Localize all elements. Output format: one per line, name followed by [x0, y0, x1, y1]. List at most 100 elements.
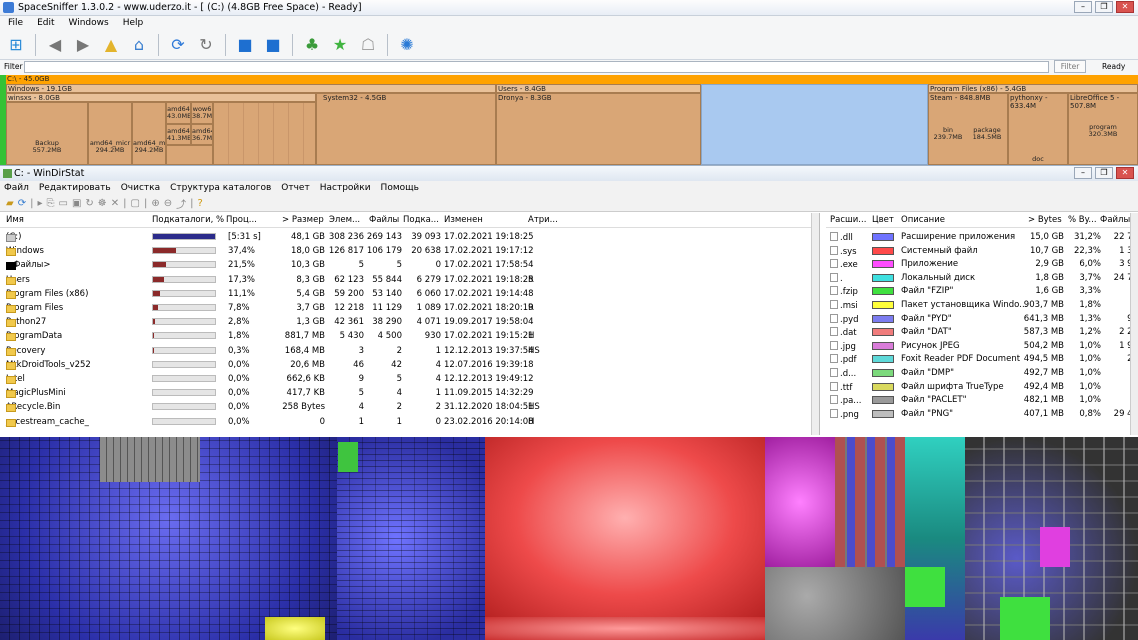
extension-row[interactable]: .dll Расширение приложения 15,0 GB 31,2% 22 … [826, 230, 1138, 244]
col-items[interactable]: Элем... [329, 215, 360, 225]
table-row[interactable]: +$Recycle.Bin0,0%258 Bytes42231.12.2020 … [0, 400, 819, 414]
help-icon[interactable]: ? [198, 198, 203, 209]
forward-icon[interactable]: ▶ [71, 33, 95, 57]
close-button[interactable]: ✕ [1116, 167, 1134, 179]
extension-row[interactable]: .msi Пакет установщика Windo... 903,7 MB 1,… [826, 298, 1138, 312]
amd64-cell-1[interactable]: amd64_micr 294.2MB [88, 102, 132, 165]
minimize-button[interactable]: – [1074, 167, 1092, 179]
extension-row[interactable]: .sys Системный файл 10,7 GB 22,3% 1 35 [826, 244, 1138, 258]
col-modified[interactable]: Изменен [444, 215, 483, 225]
filter-input[interactable] [24, 61, 1049, 73]
tags-icon[interactable]: ♣ [300, 33, 324, 57]
col-extension[interactable]: Расши... [830, 215, 866, 225]
zoom-in-icon[interactable]: ⊕ [151, 198, 159, 209]
dronya-folder[interactable]: Dronya - 8.3GB [496, 93, 701, 165]
maximize-button[interactable]: ❐ [1095, 167, 1113, 179]
treemap-mixed-block[interactable] [835, 437, 905, 567]
home-icon[interactable]: ⌂ [127, 33, 151, 57]
col-attributes[interactable]: Атри... [528, 215, 558, 225]
directory-scrollbar[interactable] [811, 213, 819, 435]
treemap-sys-block-2[interactable] [485, 617, 765, 640]
menu-edit[interactable]: Редактировать [39, 183, 111, 193]
amd64-cell-4[interactable]: amd64 41.3MB [166, 124, 191, 145]
treemap-msi-block[interactable] [265, 617, 325, 640]
windows-folder[interactable]: Windows - 19.1GB [6, 84, 496, 93]
table-row[interactable]: +<Файлы> 21,5% 10,3 GB 5 5 017.02.2021 17:58:… [0, 258, 819, 272]
extension-scrollbar[interactable] [1130, 213, 1138, 435]
extension-row[interactable]: .pydФайл "PYD"641,3 MB1,3%96 [826, 312, 1138, 326]
steam-folder[interactable]: Steam - 848.8MB bin 239.7MB package 184.… [928, 93, 1008, 165]
treemap-sys-block[interactable] [485, 437, 765, 617]
table-row[interactable]: +MtkDroidTools_v252 0,0% 20,6 MB 46 42 412.07… [0, 358, 819, 372]
new-folder-icon[interactable]: ▢ [131, 198, 140, 209]
col-bytes[interactable]: > Bytes [1028, 215, 1062, 225]
col-color[interactable]: Цвет [872, 215, 894, 225]
windirstat-treemap[interactable] [0, 437, 1138, 640]
extension-row[interactable]: .pdf Foxit Reader PDF Document 494,5 MB 1,0… [826, 352, 1138, 366]
program-files-folder[interactable]: Program Files (x86) - 5.4GB [928, 84, 1138, 93]
select-parent-icon[interactable]: ⤴ [176, 196, 186, 211]
directory-list[interactable]: Имя Подкаталоги, % Проц... > Размер Элем… [0, 213, 820, 435]
treemap-magenta-block[interactable] [1040, 527, 1070, 567]
table-row[interactable]: +Users 17,3% 8,3 GB 62 123 55 844 6 27917.02.… [0, 273, 819, 287]
explorer-icon[interactable]: ▭ [59, 198, 68, 209]
backup-cell[interactable]: Backup 557.2MB [6, 102, 88, 165]
copy-path-icon[interactable]: ⎘ [47, 198, 55, 209]
users-folder[interactable]: Users - 8.4GB [496, 84, 701, 93]
system32-folder[interactable]: System32 - 4.5GB [316, 93, 496, 165]
amd64-cell-2[interactable]: amd64_micr 294.2MB [132, 102, 166, 165]
treemap-gray-block[interactable] [100, 437, 200, 482]
table-row[interactable]: +Python27 2,8% 1,3 GB 42 361 38 290 4 07119.0… [0, 315, 819, 329]
wow6-cell[interactable]: wow6 38.7M [191, 102, 213, 124]
col-name[interactable]: Имя [6, 215, 24, 225]
minimize-button[interactable]: – [1074, 1, 1092, 13]
refresh-all-icon[interactable]: ↻ [194, 33, 218, 57]
menu-file[interactable]: Файл [4, 183, 29, 193]
folder-up-icon[interactable]: ▲ [99, 33, 123, 57]
treemap-exe-block[interactable] [765, 437, 835, 567]
treemap-green-block-3[interactable] [1000, 597, 1050, 640]
extension-row[interactable]: .png Файл "PNG" 407,1 MB 0,8% 29 48 [826, 407, 1138, 421]
ghost-icon[interactable]: ☖ [356, 33, 380, 57]
treemap-green-block[interactable] [338, 442, 358, 472]
extension-list[interactable]: Расши... Цвет Описание > Bytes % By... Ф… [826, 213, 1138, 435]
treemap-green-block-2[interactable] [905, 567, 945, 607]
command-prompt-icon[interactable]: ▣ [72, 198, 81, 209]
settings-icon[interactable]: ✺ [395, 33, 419, 57]
table-row[interactable]: +Recovery 0,3% 168,4 MB 3 2 112.12.2013 19:37… [0, 344, 819, 358]
amd64-cell-3[interactable]: amd64 43.0MB [166, 102, 191, 124]
zoom-in-cube-icon[interactable]: ■ [233, 33, 257, 57]
table-row[interactable]: (C:) [5:31 s] 48,1 GB308 236269 143 39 0931… [0, 230, 819, 244]
col-percent-bytes[interactable]: % By... [1068, 215, 1097, 225]
properties-icon[interactable]: ☸ [98, 198, 107, 209]
col-subdirs[interactable]: Подка... [403, 215, 439, 225]
menu-treemap[interactable]: Структура каталогов [170, 183, 271, 193]
star-icon[interactable]: ★ [328, 33, 352, 57]
table-row[interactable]: +ProgramData 1,8% 881,7 MB 5 430 4 500 93017.… [0, 329, 819, 343]
zoom-out-icon[interactable]: ⊖ [164, 198, 172, 209]
table-row[interactable]: +Program Files (x86) 11,1% 5,4 GB 59 200 53 … [0, 287, 819, 301]
menu-help[interactable]: Help [123, 18, 144, 28]
extension-row[interactable]: .ttfФайл шрифта TrueType492,4 MB1,0%1 [826, 380, 1138, 394]
extension-row[interactable]: .d...Файл "DMP"492,7 MB1,0%4 [826, 366, 1138, 380]
zoom-out-cube-icon[interactable]: ■ [261, 33, 285, 57]
open-item-icon[interactable]: ▸ [37, 198, 42, 209]
libreoffice-folder[interactable]: LibreOffice 5 - 507.8M program 320.3MB [1068, 93, 1138, 165]
table-row[interactable]: +Windows 37,4% 18,0 GB126 817106 179 20 638… [0, 244, 819, 258]
free-space-cell[interactable] [701, 84, 928, 165]
treemap-cyan-block[interactable] [905, 437, 965, 640]
spacesniffer-treemap[interactable]: C:\ - 45.0GB Windows - 19.1GB winsxs - 8… [0, 75, 1138, 165]
table-row[interactable]: +MagicPlusMini 0,0% 417,7 KB 5 4 111.09.2015 … [0, 386, 819, 400]
extension-row[interactable]: . Локальный диск 1,8 GB 3,7% 24 79 [826, 271, 1138, 285]
col-description[interactable]: Описание [901, 215, 945, 225]
col-size[interactable]: > Размер [282, 215, 324, 225]
col-files[interactable]: Файлы [369, 215, 399, 225]
open-icon[interactable]: ▰ [6, 198, 14, 209]
back-icon[interactable]: ◀ [43, 33, 67, 57]
recycle-icon[interactable]: ↻ [85, 198, 93, 209]
extension-row[interactable]: .exe Приложение 2,9 GB 6,0% 3 98 [826, 257, 1138, 271]
col-ext-files[interactable]: Файлы [1100, 215, 1130, 225]
extension-row[interactable]: .fzipФайл "FZIP"1,6 GB3,3%3 [826, 284, 1138, 298]
table-row[interactable]: +Program Files 7,8% 3,7 GB 12 218 11 129 1 08… [0, 301, 819, 315]
winsxs-small-cells[interactable] [213, 102, 316, 165]
